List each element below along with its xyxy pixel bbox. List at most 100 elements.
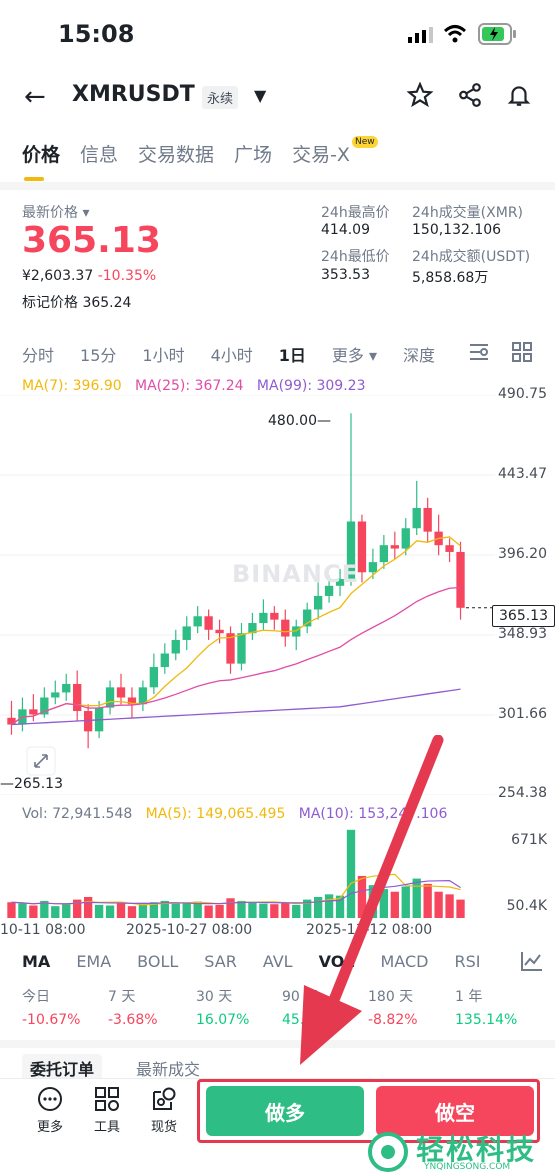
vol-value: 150,132.106 xyxy=(412,222,502,238)
contract-type-badge: 永续 xyxy=(202,86,239,109)
candle-body xyxy=(456,551,465,608)
price-axis-tick: 348.93 xyxy=(498,626,547,642)
volume-bar xyxy=(29,905,38,918)
price-axis-tick: 443.47 xyxy=(498,466,547,482)
volume-bar xyxy=(127,906,137,918)
candle-body xyxy=(149,667,159,688)
long-button[interactable]: 做多 xyxy=(206,1086,364,1136)
indicator-settings-icon[interactable] xyxy=(520,950,544,972)
perf-label: 7 天 xyxy=(108,989,136,1005)
candle-body xyxy=(193,616,202,627)
volume-bar xyxy=(171,902,180,918)
volume-bar xyxy=(270,904,279,918)
bell-icon[interactable] xyxy=(506,82,532,108)
tf-depth[interactable]: 深度 xyxy=(403,342,435,366)
tab-info[interactable]: 信息 xyxy=(80,140,118,167)
candle-body xyxy=(303,609,312,627)
timeframe-bar: 分时 15分 1小时 4小时 1日 更多 ▾ 深度 xyxy=(22,342,435,366)
tab-price[interactable]: 价格 xyxy=(22,140,60,181)
volume-bar xyxy=(62,904,71,918)
tab-square[interactable]: 广场 xyxy=(234,140,272,167)
volume-bar xyxy=(182,903,191,918)
tab-recent-trades[interactable]: 最新成交 xyxy=(136,1056,200,1080)
mark-price: 标记价格 365.24 xyxy=(22,295,132,311)
volume-bar xyxy=(7,902,16,918)
share-icon[interactable] xyxy=(457,82,483,108)
perf-label: 1 年 xyxy=(455,989,483,1005)
volume-bar xyxy=(456,899,465,918)
tf-more[interactable]: 更多 ▾ xyxy=(332,342,377,366)
candle-body xyxy=(51,692,60,698)
spot-tool[interactable]: 现货 xyxy=(144,1086,184,1135)
candle-body xyxy=(182,626,191,640)
tools-label: 工具 xyxy=(93,1120,120,1135)
perf-label: 30 天 xyxy=(196,989,233,1005)
ind-ma[interactable]: MA xyxy=(22,952,50,971)
volume-bar xyxy=(215,904,224,918)
main-tabs: 价格 信息 交易数据 广场 交易-X xyxy=(22,140,350,181)
tf-15m[interactable]: 15分 xyxy=(80,342,116,366)
high-value: 414.09 xyxy=(321,222,370,238)
more-tool[interactable]: 更多 xyxy=(30,1086,70,1135)
vol-ma5-label: MA(5): 149,065.495 xyxy=(145,806,286,822)
tf-1d[interactable]: 1日 xyxy=(279,342,306,366)
tf-4h[interactable]: 4小时 xyxy=(211,342,253,366)
amount-value: 5,858.68万 xyxy=(412,270,489,286)
candle-body xyxy=(160,653,169,668)
ind-avl[interactable]: AVL xyxy=(263,952,293,971)
ma99-label: MA(99): 309.23 xyxy=(256,378,366,394)
caret-down-icon: ▾ xyxy=(82,205,90,221)
tf-1h[interactable]: 1小时 xyxy=(142,342,184,366)
candle-body xyxy=(270,612,279,620)
chart-settings-icon[interactable] xyxy=(468,342,490,362)
candle-body xyxy=(259,612,268,624)
ma7-label: MA(7): 396.90 xyxy=(22,378,122,394)
date-axis-tick: 10-11 08:00 xyxy=(0,922,86,938)
candle-body xyxy=(62,683,71,693)
ma25-label: MA(25): 367.24 xyxy=(135,378,244,394)
candle-body xyxy=(390,545,399,549)
volume-bar xyxy=(204,905,213,918)
ma-legend: MA(7): 396.90 MA(25): 367.24 MA(99): 309… xyxy=(22,378,365,394)
ind-rsi[interactable]: RSI xyxy=(454,952,480,971)
perf-label: 今日 xyxy=(22,989,50,1005)
spot-label: 现货 xyxy=(150,1120,177,1135)
vol-axis-tick: 671K xyxy=(511,832,547,848)
more-icon xyxy=(38,1087,62,1111)
symbol-title[interactable]: XMRUSDT xyxy=(72,82,195,107)
signal-icon xyxy=(408,27,433,43)
annotation-arrow xyxy=(300,735,444,1065)
ind-boll[interactable]: BOLL xyxy=(137,952,178,971)
expand-icon[interactable] xyxy=(26,746,56,776)
symbol-dropdown-icon[interactable]: ▼ xyxy=(254,86,266,105)
perf-value: 16.07% xyxy=(196,1012,250,1028)
low-label: 24h最低价 xyxy=(321,249,390,265)
last-price: 365.13 xyxy=(22,220,161,261)
volume-bar xyxy=(83,896,93,918)
candle-body xyxy=(29,709,38,715)
tf-line[interactable]: 分时 xyxy=(22,342,54,366)
amount-label: 24h成交额(USDT) xyxy=(412,249,531,265)
section-divider xyxy=(0,182,555,190)
current-price-tag: 365.13 xyxy=(492,605,555,627)
candle-body xyxy=(379,545,389,563)
tab-trading-data[interactable]: 交易数据 xyxy=(138,140,214,167)
perf-value: -10.67% xyxy=(22,1012,81,1028)
candle-body xyxy=(423,507,432,532)
back-button[interactable]: ← xyxy=(24,82,46,112)
star-icon[interactable] xyxy=(407,82,433,108)
last-price-label[interactable]: 最新价格 ▾ xyxy=(22,202,89,222)
cny-price: ¥2,603.37 -10.35% xyxy=(22,268,157,284)
ind-ema[interactable]: EMA xyxy=(76,952,111,971)
price-axis-tick: 254.38 xyxy=(498,785,547,801)
tab-trade-x[interactable]: 交易-X xyxy=(292,140,350,167)
candle-body xyxy=(7,717,16,725)
tools-tool[interactable]: 工具 xyxy=(87,1086,127,1135)
ind-sar[interactable]: SAR xyxy=(204,952,237,971)
candle-body xyxy=(116,687,126,698)
vol-label: 24h成交量(XMR) xyxy=(412,205,524,221)
grid-layout-icon[interactable] xyxy=(512,342,532,362)
low-value: 353.53 xyxy=(321,267,370,283)
spot-icon xyxy=(153,1087,176,1110)
volume-label: Vol: 72,941.548 xyxy=(22,806,133,822)
